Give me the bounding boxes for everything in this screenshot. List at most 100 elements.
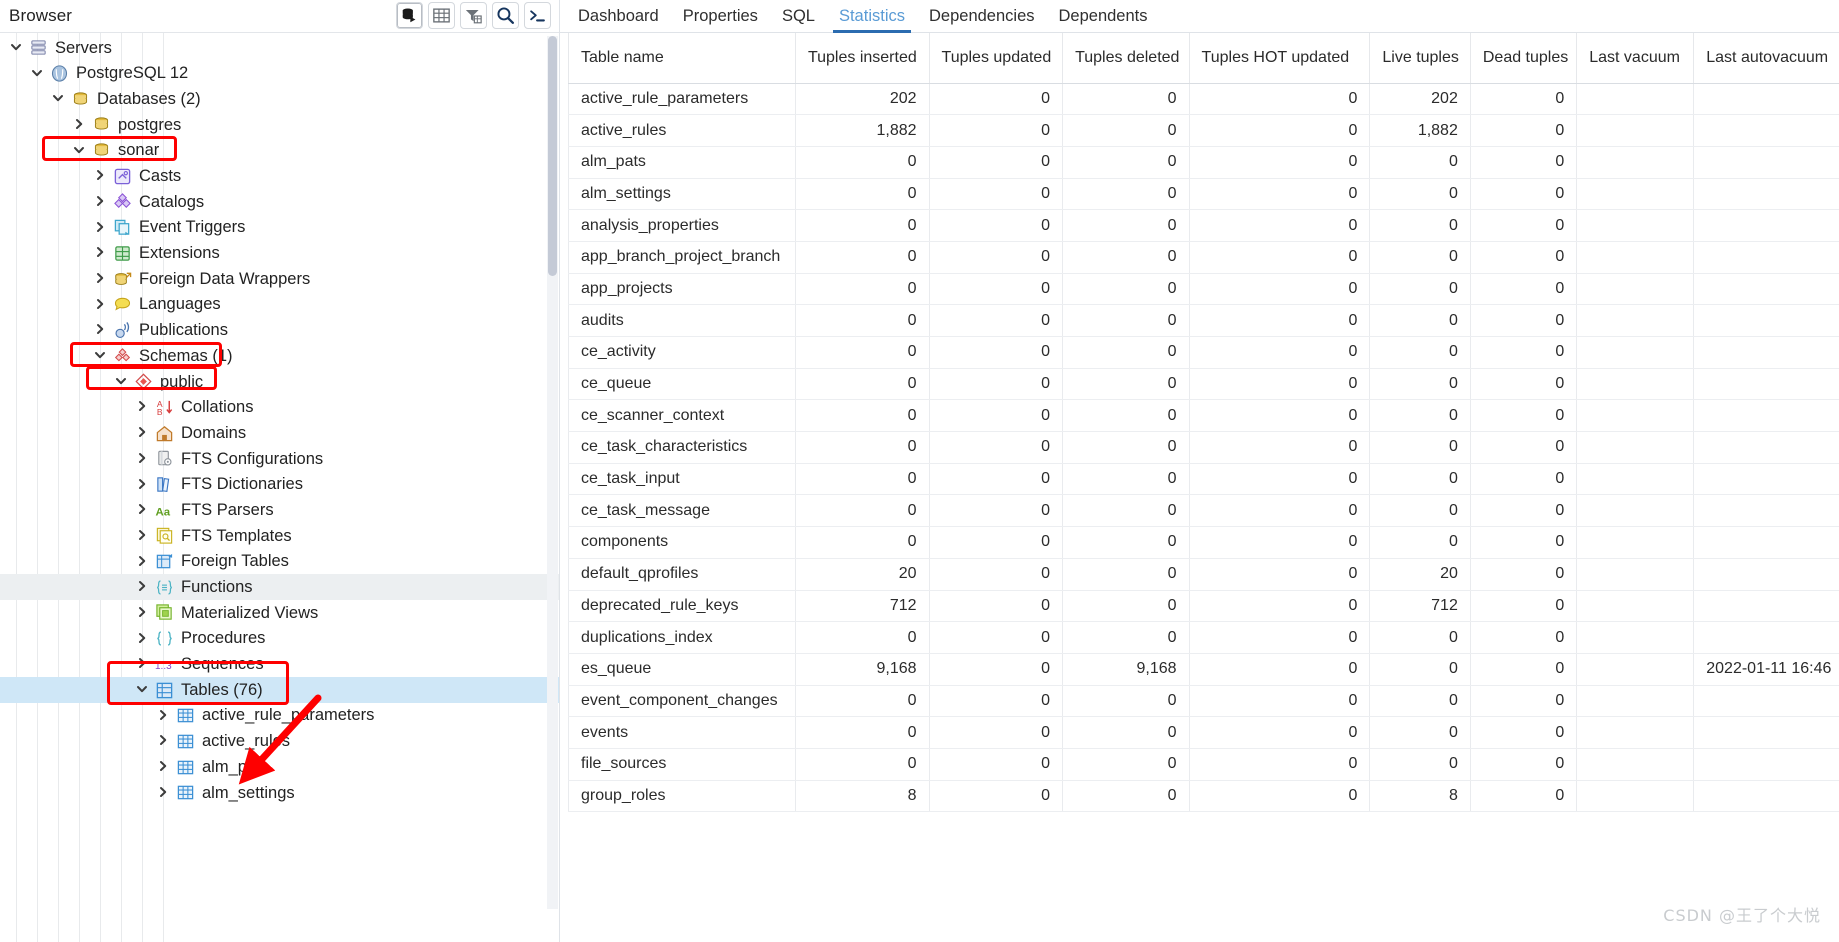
chevron-right-icon[interactable] bbox=[157, 734, 171, 748]
chevron-down-icon[interactable] bbox=[73, 144, 87, 158]
chevron-down-icon[interactable] bbox=[94, 349, 108, 363]
tree-item-domains[interactable]: Domains bbox=[0, 420, 559, 446]
tree-item-fts-dictionaries[interactable]: FTS Dictionaries bbox=[0, 472, 559, 498]
filtered-rows-icon[interactable] bbox=[460, 2, 487, 29]
column-header[interactable]: Last autovacuum bbox=[1693, 33, 1839, 84]
query-tool-icon[interactable] bbox=[396, 2, 423, 29]
table-row[interactable]: app_branch_project_branch 0 0 0 0 0 0 bbox=[568, 241, 1839, 274]
tree-item-foreign-data-wrappers[interactable]: Foreign Data Wrappers bbox=[0, 266, 559, 292]
column-header[interactable]: Tuples deleted bbox=[1062, 33, 1190, 84]
tree-item-schemas-1[interactable]: Schemas (1) bbox=[0, 343, 559, 369]
chevron-right-icon[interactable] bbox=[94, 323, 108, 337]
table-row[interactable]: duplications_index 0 0 0 0 0 0 bbox=[568, 621, 1839, 654]
browser-tree-scrollbar[interactable] bbox=[547, 36, 558, 909]
chevron-right-icon[interactable] bbox=[136, 529, 150, 543]
chevron-right-icon[interactable] bbox=[94, 169, 108, 183]
view-data-icon[interactable] bbox=[428, 2, 455, 29]
tree-item-procedures[interactable]: Procedures bbox=[0, 626, 559, 652]
chevron-down-icon[interactable] bbox=[115, 375, 129, 389]
scrollbar-thumb[interactable] bbox=[548, 36, 557, 276]
tree-item-fts-templates[interactable]: FTS Templates bbox=[0, 523, 559, 549]
tab-sql[interactable]: SQL bbox=[770, 0, 827, 32]
table-row[interactable]: active_rules 1,882 0 0 0 1,882 0 bbox=[568, 114, 1839, 147]
table-row[interactable]: group_roles 8 0 0 0 8 0 bbox=[568, 780, 1839, 813]
table-row[interactable]: analysis_properties 0 0 0 0 0 0 bbox=[568, 209, 1839, 242]
tree-item-casts[interactable]: Casts bbox=[0, 163, 559, 189]
tree-item-functions[interactable]: Functions bbox=[0, 574, 559, 601]
tab-statistics[interactable]: Statistics bbox=[827, 0, 917, 33]
table-row[interactable]: components 0 0 0 0 0 0 bbox=[568, 526, 1839, 559]
table-row[interactable]: ce_task_input 0 0 0 0 0 0 bbox=[568, 463, 1839, 496]
tree-item-foreign-tables[interactable]: Foreign Tables bbox=[0, 549, 559, 575]
tree-item-public[interactable]: public bbox=[0, 369, 559, 395]
browser-tree-scroll[interactable]: Servers PostgreSQL 12 Databases (2) postgre… bbox=[0, 33, 559, 942]
column-header[interactable]: Tuples HOT updated bbox=[1189, 33, 1371, 84]
tree-item-active-rules[interactable]: active_rules bbox=[0, 729, 559, 755]
chevron-right-icon[interactable] bbox=[94, 221, 108, 235]
tree-item-databases-2[interactable]: Databases (2) bbox=[0, 86, 559, 112]
chevron-right-icon[interactable] bbox=[136, 400, 150, 414]
tree-item-materialized-views[interactable]: Materialized Views bbox=[0, 600, 559, 626]
table-row[interactable]: ce_queue 0 0 0 0 0 0 bbox=[568, 368, 1839, 401]
tree-item-servers[interactable]: Servers bbox=[0, 35, 559, 61]
chevron-down-icon[interactable] bbox=[136, 683, 150, 697]
table-row[interactable]: ce_scanner_context 0 0 0 0 0 0 bbox=[568, 399, 1839, 433]
chevron-right-icon[interactable] bbox=[136, 452, 150, 466]
tree-item-tables-76[interactable]: Tables (76) bbox=[0, 677, 559, 703]
chevron-right-icon[interactable] bbox=[73, 118, 87, 132]
chevron-right-icon[interactable] bbox=[157, 760, 171, 774]
tree-item-fts-configurations[interactable]: FTS Configurations bbox=[0, 446, 559, 472]
tab-dependencies[interactable]: Dependencies bbox=[917, 0, 1047, 32]
chevron-down-icon[interactable] bbox=[10, 41, 24, 55]
psql-terminal-icon[interactable] bbox=[524, 2, 551, 29]
chevron-right-icon[interactable] bbox=[136, 503, 150, 517]
tree-item-alm-pats[interactable]: alm_pats bbox=[0, 754, 559, 780]
chevron-right-icon[interactable] bbox=[94, 298, 108, 312]
column-header[interactable]: Dead tuples bbox=[1470, 33, 1578, 84]
tree-item-active-rule-parameters[interactable]: active_rule_parameters bbox=[0, 703, 559, 729]
chevron-right-icon[interactable] bbox=[157, 709, 171, 723]
table-row[interactable]: es_queue 9,168 0 9,168 0 0 0 2022-01-11 16:46 bbox=[568, 653, 1839, 686]
table-row[interactable]: alm_settings 0 0 0 0 0 0 bbox=[568, 178, 1839, 211]
table-row[interactable]: events 0 0 0 0 0 0 bbox=[568, 716, 1839, 749]
table-row[interactable]: default_qprofiles 20 0 0 0 20 0 bbox=[568, 558, 1839, 591]
tree-item-postgres[interactable]: postgres bbox=[0, 112, 559, 138]
column-header[interactable]: Tuples updated bbox=[929, 33, 1064, 84]
tree-item-postgresql-12[interactable]: PostgreSQL 12 bbox=[0, 61, 559, 87]
chevron-down-icon[interactable] bbox=[31, 67, 45, 81]
tree-item-sequences[interactable]: 1..3 Sequences bbox=[0, 652, 559, 678]
chevron-right-icon[interactable] bbox=[94, 272, 108, 286]
tab-dependents[interactable]: Dependents bbox=[1047, 0, 1160, 32]
chevron-right-icon[interactable] bbox=[136, 632, 150, 646]
column-header[interactable]: Tuples inserted bbox=[795, 33, 930, 84]
table-row[interactable]: active_rule_parameters 202 0 0 0 202 0 bbox=[568, 83, 1839, 116]
tree-item-publications[interactable]: Publications bbox=[0, 318, 559, 344]
column-header[interactable]: Live tuples bbox=[1369, 33, 1471, 84]
statistics-grid-wrap[interactable]: Table name Tuples inserted Tuples updated T… bbox=[560, 33, 1839, 942]
table-row[interactable]: event_component_changes 0 0 0 0 0 0 bbox=[568, 685, 1839, 718]
chevron-right-icon[interactable] bbox=[136, 555, 150, 569]
table-row[interactable]: ce_task_characteristics 0 0 0 0 0 0 bbox=[568, 431, 1839, 464]
tree-item-fts-parsers[interactable]: Aa FTS Parsers bbox=[0, 497, 559, 523]
chevron-right-icon[interactable] bbox=[136, 478, 150, 492]
tree-item-extensions[interactable]: Extensions bbox=[0, 241, 559, 267]
chevron-right-icon[interactable] bbox=[136, 426, 150, 440]
table-row[interactable]: ce_activity 0 0 0 0 0 0 bbox=[568, 336, 1839, 369]
tree-item-sonar[interactable]: sonar bbox=[0, 138, 559, 164]
table-row[interactable]: app_projects 0 0 0 0 0 0 bbox=[568, 273, 1839, 306]
chevron-right-icon[interactable] bbox=[157, 786, 171, 800]
table-row[interactable]: deprecated_rule_keys 712 0 0 0 712 0 bbox=[568, 590, 1839, 623]
chevron-down-icon[interactable] bbox=[52, 92, 66, 106]
chevron-right-icon[interactable] bbox=[136, 606, 150, 620]
tab-dashboard[interactable]: Dashboard bbox=[566, 0, 671, 32]
tab-properties[interactable]: Properties bbox=[671, 0, 770, 32]
tree-item-languages[interactable]: Languages bbox=[0, 292, 559, 318]
tree-item-alm-settings[interactable]: alm_settings bbox=[0, 780, 559, 806]
chevron-right-icon[interactable] bbox=[136, 657, 150, 671]
chevron-right-icon[interactable] bbox=[94, 246, 108, 260]
tree-item-collations[interactable]: A B Collations bbox=[0, 395, 559, 421]
column-header[interactable]: Last vacuum bbox=[1576, 33, 1695, 84]
chevron-right-icon[interactable] bbox=[136, 580, 150, 594]
tree-item-catalogs[interactable]: Catalogs bbox=[0, 189, 559, 215]
table-row[interactable]: ce_task_message 0 0 0 0 0 0 bbox=[568, 494, 1839, 528]
